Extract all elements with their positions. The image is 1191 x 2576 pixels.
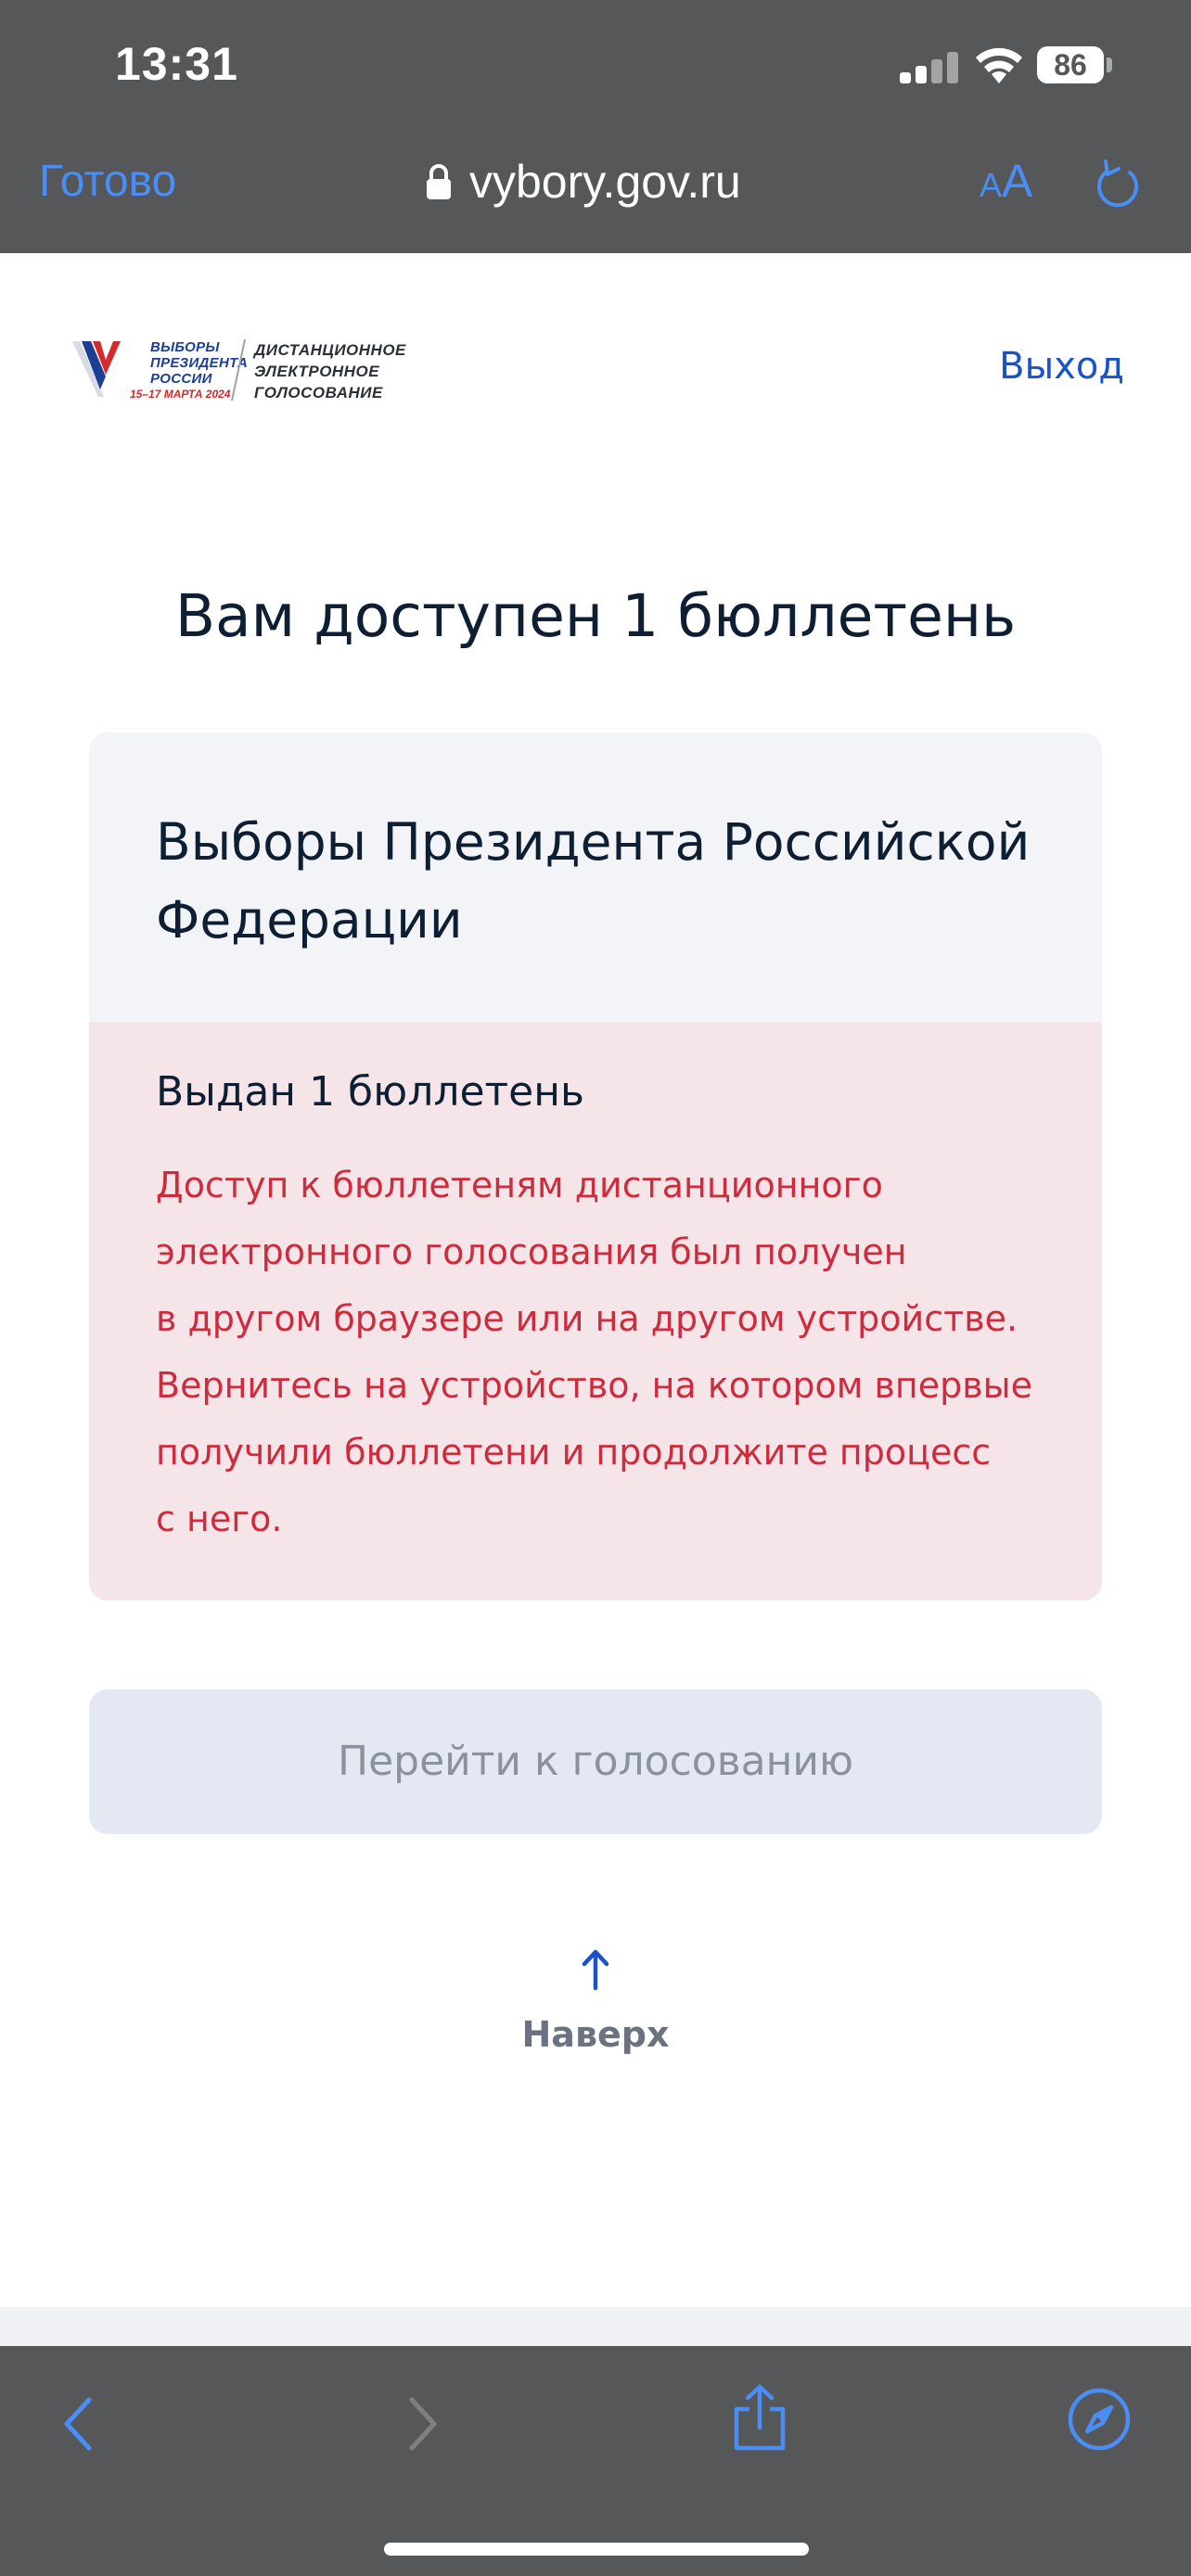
compass-icon[interactable]: [1067, 2387, 1132, 2452]
reload-icon[interactable]: [1093, 158, 1143, 211]
tricolor-check-logo-icon: [72, 341, 121, 397]
page-footer-strip: [0, 2307, 1191, 2346]
battery-nub: [1107, 57, 1112, 72]
election-title: Выборы Президента Российской Федерации: [156, 812, 1031, 950]
logo-remote-voting-text: ДИСТАНЦИОННОЕ ЭЛЕКТРОННОЕ ГОЛОСОВАНИЕ: [254, 341, 406, 402]
arrow-up-icon: [582, 1949, 609, 1991]
cellular-signal-icon: [900, 52, 959, 83]
chevron-left-icon[interactable]: [59, 2394, 96, 2454]
ballot-status-panel: Выдан 1 бюллетень Доступ к бюллетеням ди…: [89, 1022, 1102, 1600]
logo-date: 15–17 МАРТА 2024: [130, 388, 231, 401]
text-size-large-label: A: [1002, 155, 1033, 207]
logout-link[interactable]: Выход: [999, 345, 1124, 388]
go-to-voting-button[interactable]: Перейти к голосованию: [89, 1690, 1102, 1834]
issued-ballot-count: Выдан 1 бюллетень: [156, 1068, 584, 1116]
url-text: vybory.gov.ru: [469, 156, 741, 208]
share-icon[interactable]: [729, 2383, 790, 2454]
address-bar[interactable]: vybory.gov.ru: [425, 154, 741, 210]
wifi-icon: [976, 47, 1022, 83]
logo-elections-text: ВЫБОРЫ ПРЕЗИДЕНТА РОССИИ: [150, 339, 249, 387]
browser-bottom-toolbar: [0, 2346, 1191, 2576]
chevron-right-icon[interactable]: [404, 2394, 442, 2454]
text-size-button[interactable]: AA: [980, 154, 1032, 208]
scroll-to-top-link[interactable]: Наверх: [503, 1947, 688, 2055]
done-button[interactable]: Готово: [39, 156, 176, 207]
battery-indicator: 86: [1037, 46, 1104, 83]
home-indicator: [384, 2543, 809, 2556]
lock-icon: [427, 164, 451, 199]
browser-top-bar: 13:31 86 Готово vybory.gov.ru AA: [0, 0, 1191, 253]
text-size-small-label: A: [980, 166, 1003, 204]
elections-logo[interactable]: ВЫБОРЫ ПРЕЗИДЕНТА РОССИИ 15–17 МАРТА 202…: [70, 334, 423, 408]
status-time: 13:31: [115, 38, 238, 90]
access-warning-message: Доступ к бюллетеням дистанционного элект…: [156, 1165, 1033, 1539]
ballot-card: Выборы Президента Российской Федерации В…: [89, 733, 1102, 1600]
scroll-to-top-label: Наверх: [521, 2014, 670, 2055]
ballot-card-header: Выборы Президента Российской Федерации: [89, 733, 1102, 1022]
page-title: Вам доступен 1 бюллетень: [174, 582, 1017, 650]
